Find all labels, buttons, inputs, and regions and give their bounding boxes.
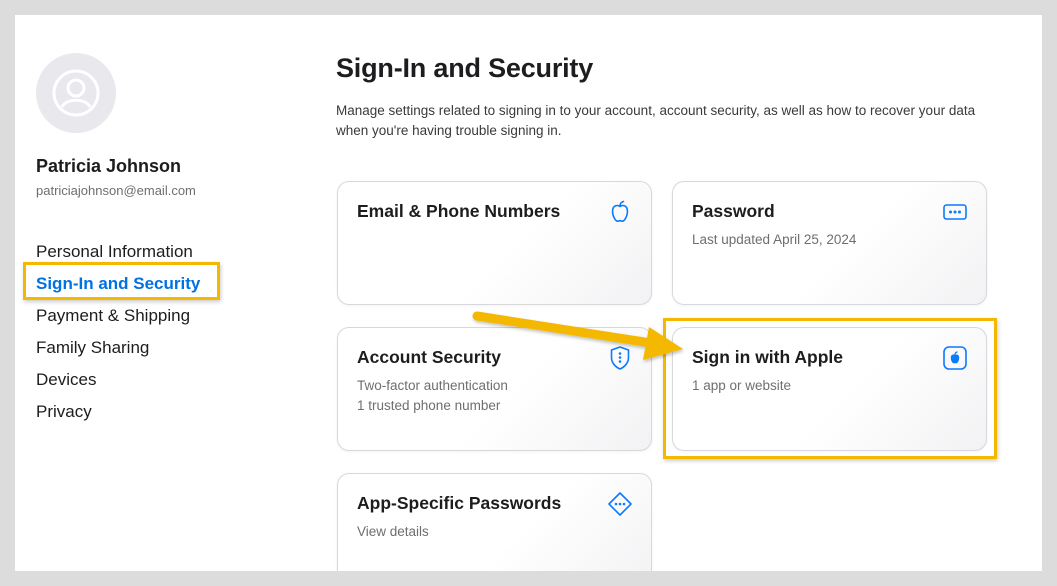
card-subtitle: Two-factor authentication 1 trusted phon… (357, 376, 508, 416)
page-title: Sign-In and Security (336, 53, 594, 83)
card-title: Account Security (357, 347, 501, 367)
card-sign-in-with-apple[interactable]: Sign in with Apple 1 app or website (672, 327, 987, 451)
card-line: Two-factor authentication (357, 378, 508, 393)
card-line: Last updated April 25, 2024 (692, 232, 857, 247)
avatar[interactable] (36, 53, 116, 133)
card-title: App-Specific Passwords (357, 493, 562, 513)
apple-logo-icon (607, 199, 633, 225)
sidebar-item-sign-in-and-security[interactable]: Sign-In and Security (36, 273, 200, 305)
card-line: View details (357, 524, 429, 539)
card-app-specific-passwords[interactable]: App-Specific Passwords View details (337, 473, 652, 571)
sidebar-nav: Personal Information Sign-In and Securit… (36, 241, 200, 433)
sidebar-item-payment-shipping[interactable]: Payment & Shipping (36, 305, 200, 337)
card-password[interactable]: Password Last updated April 25, 2024 (672, 181, 987, 305)
card-line: 1 trusted phone number (357, 398, 501, 413)
card-subtitle: 1 app or website (692, 376, 791, 396)
card-account-security[interactable]: Account Security Two-factor authenticati… (337, 327, 652, 451)
apple-square-icon (942, 345, 968, 371)
user-name: Patricia Johnson (36, 156, 182, 176)
card-subtitle: Last updated April 25, 2024 (692, 230, 856, 250)
sidebar-item-family-sharing[interactable]: Family Sharing (36, 337, 200, 369)
card-title: Sign in with Apple (692, 347, 844, 367)
sidebar-item-personal-information[interactable]: Personal Information (36, 241, 200, 273)
diamond-dots-icon (607, 491, 633, 517)
account-page: Patricia Johnson patriciajohnson@email.c… (15, 15, 1042, 571)
shield-icon (607, 345, 633, 371)
card-subtitle: View details (357, 522, 429, 542)
password-dots-icon (942, 199, 968, 225)
card-email-phone-numbers[interactable]: Email & Phone Numbers (337, 181, 652, 305)
person-circle-icon (52, 69, 100, 117)
page-description: Manage settings related to signing in to… (336, 103, 976, 138)
sidebar-item-privacy[interactable]: Privacy (36, 401, 200, 433)
sidebar-item-devices[interactable]: Devices (36, 369, 200, 401)
card-title: Password (692, 201, 775, 221)
card-line: 1 app or website (692, 378, 792, 393)
card-title: Email & Phone Numbers (357, 201, 561, 221)
user-email: patriciajohnson@email.com (36, 183, 196, 198)
